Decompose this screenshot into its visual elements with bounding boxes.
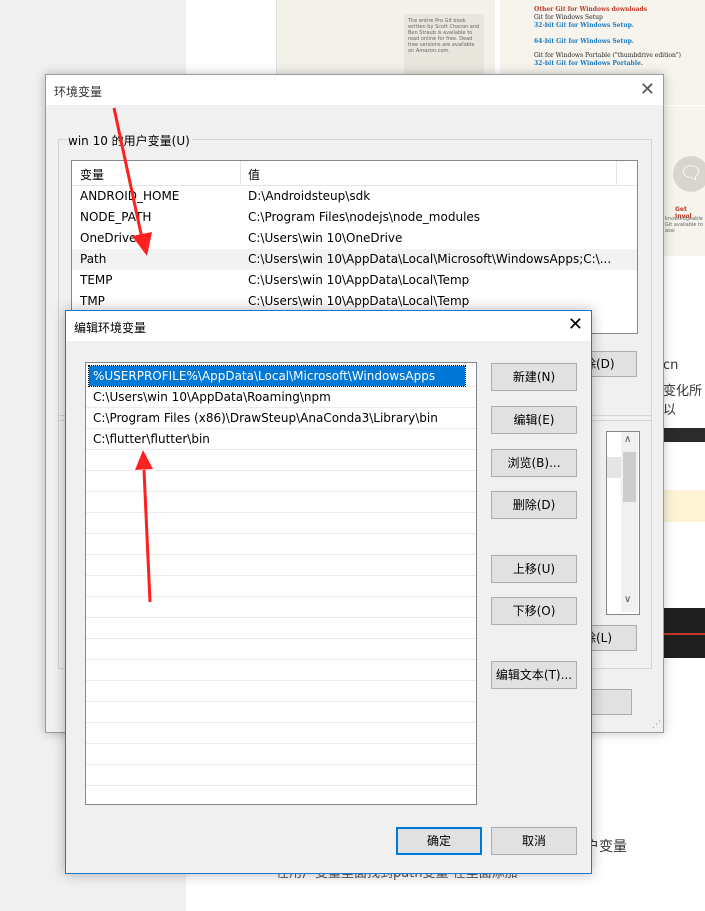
downloads-portable: Git for Windows Portable ("thumbdrive ed… xyxy=(534,52,682,59)
get-involved-panel: 🗨 Get Invol knowledgeable Git available … xyxy=(663,106,705,256)
close-icon[interactable]: ✕ xyxy=(568,314,583,335)
scrollbar-thumb[interactable] xyxy=(623,452,636,502)
resize-grip-icon[interactable]: ⋰ xyxy=(652,720,661,730)
side-text-2: 变化所以 xyxy=(663,384,703,418)
list-item-selected[interactable]: %USERPROFILE%\AppData\Local\Microsoft\Wi… xyxy=(88,365,466,387)
system-selected-row[interactable] xyxy=(607,457,621,478)
env-titlebar: 环境变量 ✕ xyxy=(46,75,663,105)
edit-titlebar: 编辑环境变量 ✕ xyxy=(66,311,591,341)
list-header: 变量 值 xyxy=(72,161,637,186)
downloads-title: Other Git for Windows downloads xyxy=(534,6,648,13)
browse-button[interactable]: 浏览(B)... xyxy=(491,449,577,477)
table-row[interactable]: TEMP C:\Users\win 10\AppData\Local\Temp xyxy=(72,270,637,291)
system-list-scrollbar[interactable]: ∧ ∨ xyxy=(621,432,638,612)
cancel-button[interactable]: 取消 xyxy=(491,827,577,855)
user-variables-list[interactable]: 变量 值 ANDROID_HOME D:\Androidsteup\sdk NO… xyxy=(71,160,638,334)
downloads-setup32-link[interactable]: 32-bit Git for Windows Setup. xyxy=(534,22,697,30)
ok-button[interactable]: 确定 xyxy=(396,827,482,855)
scroll-up-icon[interactable]: ∧ xyxy=(624,434,631,445)
close-icon[interactable]: ✕ xyxy=(640,79,655,100)
downloads-setup: Git for Windows Setup xyxy=(534,14,603,21)
user-variables-label: win 10 的用户变量(U) xyxy=(66,132,192,149)
table-row-selected[interactable]: Path C:\Users\win 10\AppData\Local\Micro… xyxy=(72,249,637,270)
screenshot-warning-box xyxy=(663,490,705,522)
column-header-value[interactable]: 值 xyxy=(248,166,260,183)
table-row[interactable]: OneDrive C:\Users\win 10\OneDrive xyxy=(72,228,637,249)
edit-button[interactable]: 编辑(E) xyxy=(491,406,577,434)
downloads-setup64-link[interactable]: 64-bit Git for Windows Setup. xyxy=(534,38,697,46)
screenshot-toolbar xyxy=(663,428,705,442)
edit-dialog-title: 编辑环境变量 xyxy=(74,321,147,335)
new-button[interactable]: 新建(N) xyxy=(491,363,577,391)
involve-text: knowledgeable Git available to assi xyxy=(665,216,703,234)
table-row[interactable]: ANDROID_HOME D:\Androidsteup\sdk xyxy=(72,186,637,207)
move-up-button[interactable]: 上移(U) xyxy=(491,555,577,583)
table-row[interactable]: TMP C:\Users\win 10\AppData\Local\Temp xyxy=(72,291,637,312)
list-item[interactable]: C:\flutter\flutter\bin xyxy=(89,429,465,449)
column-header-variable[interactable]: 变量 xyxy=(80,166,104,183)
move-down-button[interactable]: 下移(O) xyxy=(491,597,577,625)
env-dialog-title: 环境变量 xyxy=(54,85,103,99)
embedded-screenshot xyxy=(663,428,705,690)
downloads-portable32-link[interactable]: 32-bit Git for Windows Portable. xyxy=(534,60,697,68)
book-card-text: The entire Pro Git book written by Scott… xyxy=(404,14,484,74)
side-text-1: cn xyxy=(663,358,679,373)
list-item[interactable]: C:\Program Files (x86)\DrawSteup\AnaCond… xyxy=(89,408,465,428)
list-item[interactable]: C:\Users\win 10\AppData\Roaming\npm xyxy=(89,387,465,407)
delete-button[interactable]: 删除(D) xyxy=(491,491,577,519)
path-entries-list[interactable]: %USERPROFILE%\AppData\Local\Microsoft\Wi… xyxy=(85,362,477,805)
scroll-down-icon[interactable]: ∨ xyxy=(624,594,631,605)
chat-bubble-icon: 🗨 xyxy=(673,156,705,192)
edit-environment-variable-dialog: 编辑环境变量 ✕ %USERPROFILE%\AppData\Local\Mic… xyxy=(65,310,592,874)
edit-text-button[interactable]: 编辑文本(T)... xyxy=(491,661,577,689)
table-row[interactable]: NODE_PATH C:\Program Files\nodejs\node_m… xyxy=(72,207,637,228)
screenshot-progress-line xyxy=(663,633,705,635)
